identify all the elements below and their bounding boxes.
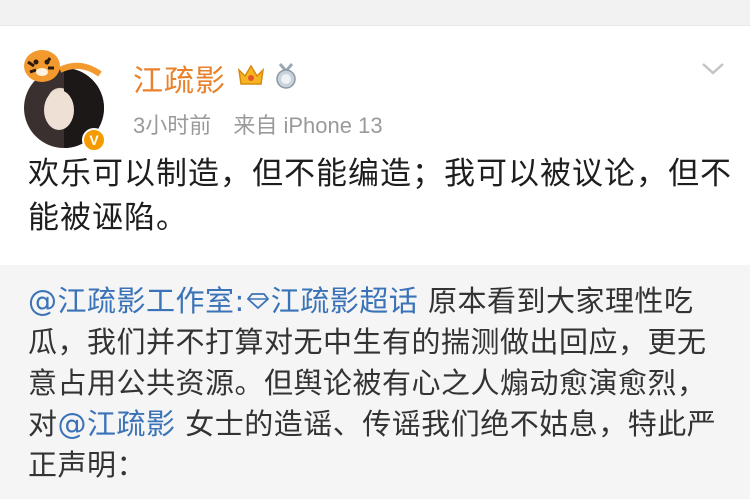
post-header: V 江疏影 3小时前 来自 iPhone 13	[0, 26, 750, 154]
post-time: 3小时前	[133, 113, 212, 138]
repost-card[interactable]: @江疏影工作室: 江疏影超话 原本看到大家理性吃瓜，我们并不打算对无中生有的揣测做…	[0, 265, 750, 499]
diamond-topic-icon	[246, 293, 269, 309]
mention-link[interactable]: @江疏影	[58, 407, 176, 441]
post-meta: 3小时前 来自 iPhone 13	[133, 108, 399, 140]
avatar[interactable]: V	[20, 44, 108, 158]
crown-icon	[237, 64, 265, 85]
repost-text: @江疏影工作室: 江疏影超话 原本看到大家理性吃瓜，我们并不打算对无中生有的揣测做…	[28, 281, 733, 486]
post-text: 欢乐可以制造，但不能编造；我可以被议论，但不能被诬陷。	[28, 156, 732, 236]
username[interactable]: 江疏影	[133, 56, 226, 100]
top-strip	[0, 0, 750, 26]
tiger-frame-icon	[24, 50, 102, 82]
author-mention-link[interactable]: @江疏影工作室:	[28, 284, 245, 318]
chevron-down-icon[interactable]	[700, 60, 726, 78]
medal-icon	[276, 63, 296, 89]
topic-link[interactable]: 江疏影超话	[271, 284, 419, 318]
post-source[interactable]: 来自 iPhone 13	[233, 113, 382, 138]
verified-v-icon: V	[82, 128, 106, 152]
